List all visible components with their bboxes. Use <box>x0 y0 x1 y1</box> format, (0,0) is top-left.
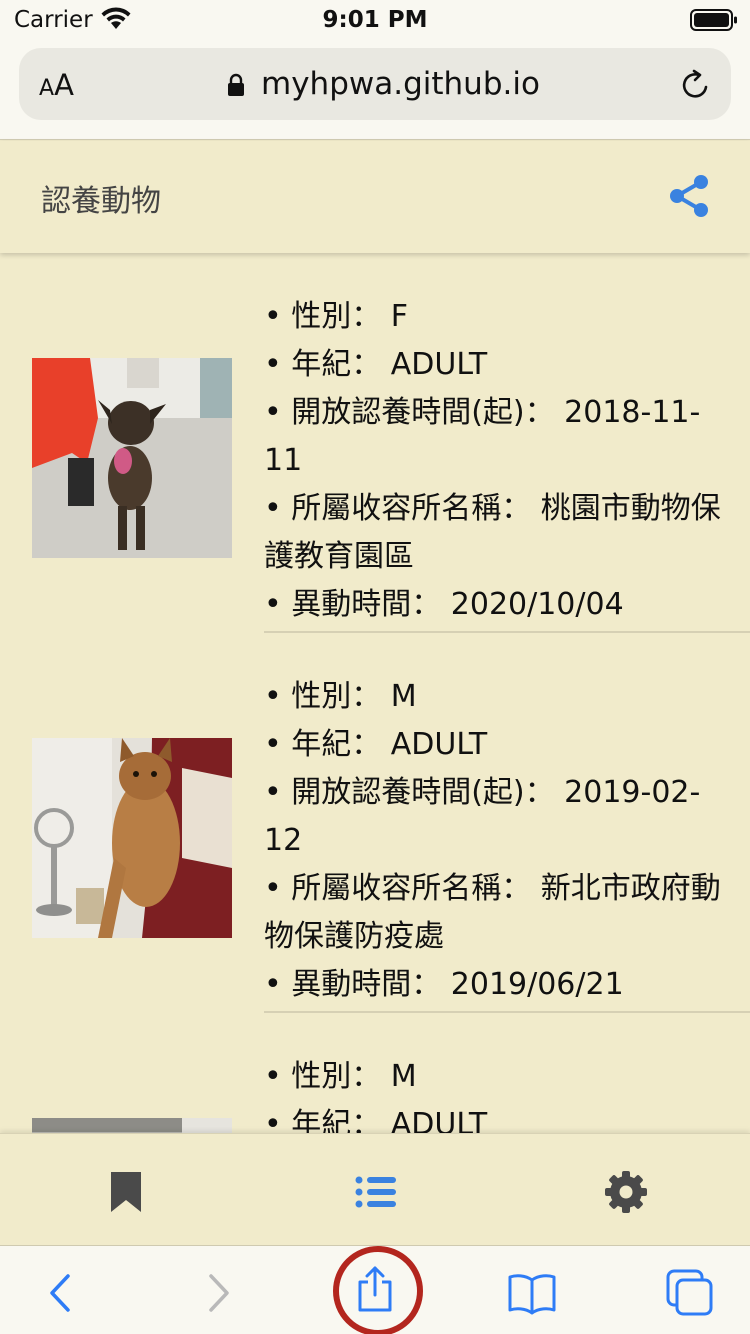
address-bar[interactable]: AA myhpwa.github.io <box>19 48 731 120</box>
lock-icon <box>228 73 244 96</box>
animal-photo <box>32 738 232 938</box>
share-icon[interactable] <box>350 1264 400 1314</box>
browser-toolbar <box>0 1245 750 1334</box>
animal-info: • 性別： M • 年紀： ADULT • 開放認養時間(起)： 2019-02… <box>264 673 724 1009</box>
bottom-navigation <box>0 1133 750 1245</box>
animal-shelter: • 所屬收容所名稱： 新北市政府動物保護防疫處 <box>264 871 721 954</box>
list-icon[interactable] <box>354 1170 398 1214</box>
animal-photo <box>32 1118 232 1133</box>
animal-age: • 年紀： ADULT <box>264 1107 488 1133</box>
share-icon[interactable] <box>667 173 711 219</box>
gear-icon[interactable] <box>604 1170 648 1214</box>
status-time: 9:01 PM <box>322 7 428 33</box>
reader-view-button[interactable]: AA <box>39 70 74 104</box>
browser-address-area: AA myhpwa.github.io <box>0 40 750 140</box>
animal-list-container[interactable]: • 性別： F • 年紀： ADULT • 開放認養時間(起)： 2018-11… <box>0 253 750 1133</box>
animal-sex: • 性別： F <box>264 299 409 334</box>
animal-photo <box>32 358 232 558</box>
chevron-left-icon[interactable] <box>36 1268 86 1318</box>
animal-shelter: • 所屬收容所名稱： 桃園市動物保護教育園區 <box>264 491 721 574</box>
battery-icon <box>690 9 737 31</box>
list-item[interactable]: • 性別： F • 年紀： ADULT • 開放認養時間(起)： 2018-11… <box>0 253 750 633</box>
animal-info: • 性別： F • 年紀： ADULT • 開放認養時間(起)： 2018-11… <box>264 293 724 629</box>
url-text[interactable]: myhpwa.github.io <box>261 64 540 104</box>
app-header: 認養動物 <box>0 141 750 253</box>
animal-open-date: • 開放認養時間(起)： 2019-02-12 <box>264 775 701 858</box>
animal-age: • 年紀： ADULT <box>264 727 488 762</box>
status-bar: Carrier 9:01 PM <box>0 0 750 40</box>
list-item[interactable]: • 性別： M • 年紀： ADULT • 開放認養時間(起)： 2019-02… <box>0 633 750 1013</box>
animal-sex: • 性別： M <box>264 679 417 714</box>
book-icon[interactable] <box>507 1268 557 1318</box>
tabs-icon[interactable] <box>665 1268 715 1318</box>
animal-info: • 性別： M • 年紀： ADULT <box>264 1053 724 1133</box>
animal-update-time: • 異動時間： 2020/10/04 <box>264 587 624 622</box>
bookmark-icon[interactable] <box>104 1170 148 1214</box>
list-item[interactable]: • 性別： M • 年紀： ADULT <box>0 1013 750 1133</box>
chevron-right-icon[interactable] <box>193 1268 243 1318</box>
animal-open-date: • 開放認養時間(起)： 2018-11-11 <box>264 395 701 478</box>
reload-icon[interactable] <box>679 68 713 102</box>
animal-age: • 年紀： ADULT <box>264 347 488 382</box>
animal-update-time: • 異動時間： 2019/06/21 <box>264 967 624 1002</box>
animal-list: • 性別： F • 年紀： ADULT • 開放認養時間(起)： 2018-11… <box>0 253 750 1133</box>
animal-sex: • 性別： M <box>264 1059 417 1094</box>
page-title: 認養動物 <box>41 184 161 219</box>
